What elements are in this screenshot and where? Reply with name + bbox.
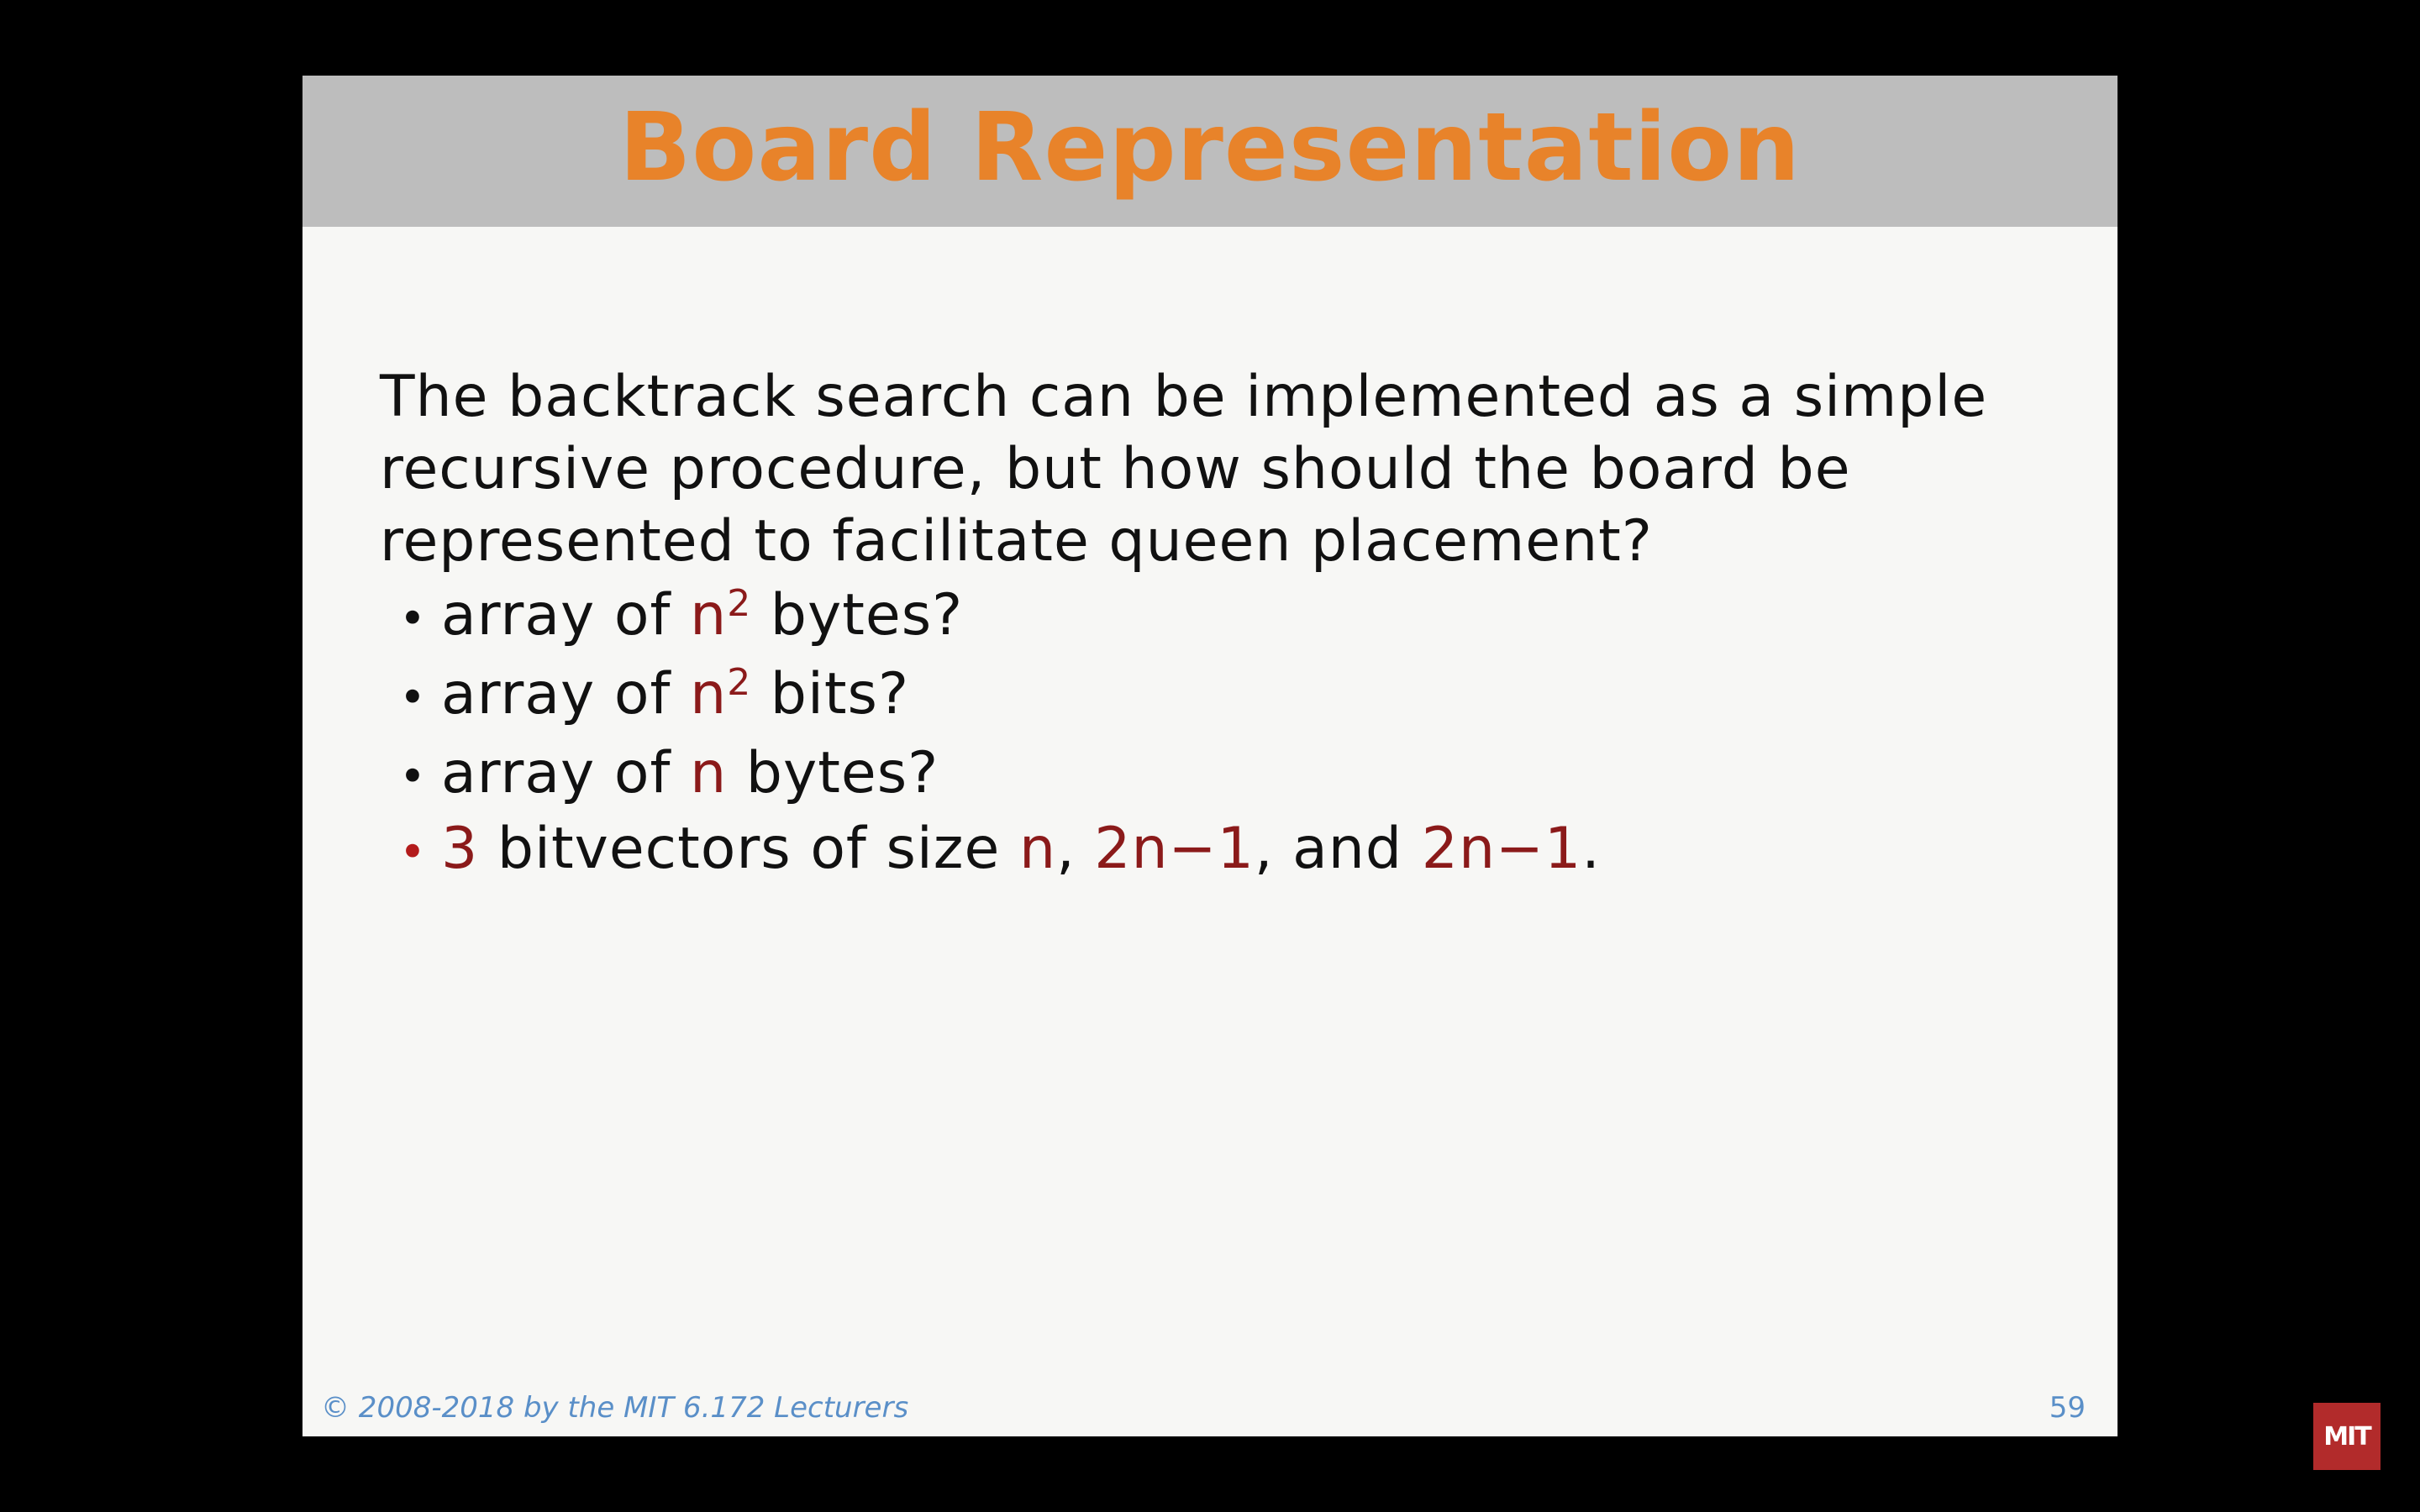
expression-2n-1: 2n−1 — [1094, 816, 1255, 882]
bullet-text: bytes? — [751, 582, 964, 648]
bullet-dot: • — [399, 750, 427, 803]
number-3: 3 — [441, 816, 479, 882]
paragraph-line: The backtrack search can be implemented … — [380, 364, 1988, 430]
bullet-text: bitvectors of size — [478, 816, 1019, 882]
footer-copyright: © 2008-2018 by the MIT 6.172 Lecturers — [321, 1391, 909, 1425]
paragraph-line: represented to facilitate queen placemen… — [380, 508, 1653, 575]
bullet-item: • array of n 2 bits? — [399, 659, 1601, 738]
bullet-dot: • — [399, 592, 427, 645]
bullet-text: , — [1056, 816, 1095, 882]
variable-n: n — [690, 740, 728, 806]
paragraph-line: recursive procedure, but how should the … — [380, 436, 1851, 502]
bullet-text: array of — [441, 661, 691, 727]
bullet-text: bits? — [751, 661, 910, 727]
bullet-text: . — [1581, 816, 1601, 882]
bullet-text: , and — [1254, 816, 1422, 882]
bullet-item: • array of n bytes? — [399, 738, 1601, 813]
variable-n: n — [690, 582, 728, 648]
bullet-item-highlighted: • 3 bitvectors of size n , 2n−1 , and 2n… — [399, 813, 1601, 889]
superscript: 2 — [727, 582, 752, 625]
slide-paragraph: The backtrack search can be implemented … — [380, 361, 2060, 578]
mit-logo: MIT — [2313, 1403, 2381, 1470]
variable-n: n — [690, 661, 728, 727]
slide-title: Board Representation — [619, 93, 1801, 202]
bullet-dot: • — [399, 826, 427, 879]
page-number: 59 — [2049, 1391, 2086, 1425]
bullet-item: • array of n 2 bytes? — [399, 580, 1601, 659]
bullet-text: array of — [441, 582, 691, 648]
bullet-text: bytes? — [727, 740, 939, 806]
video-frame: Board Representation The backtrack searc… — [0, 0, 2420, 1512]
superscript: 2 — [727, 661, 752, 704]
slide: Board Representation The backtrack searc… — [302, 76, 2118, 1436]
bullet-dot: • — [399, 671, 427, 724]
bullet-list: • array of n 2 bytes? • array of n 2 bit… — [399, 580, 1601, 889]
bullet-text: array of — [441, 740, 691, 806]
title-bar: Board Representation — [302, 76, 2118, 227]
expression-2n-1: 2n−1 — [1421, 816, 1582, 882]
variable-n: n — [1018, 816, 1057, 882]
